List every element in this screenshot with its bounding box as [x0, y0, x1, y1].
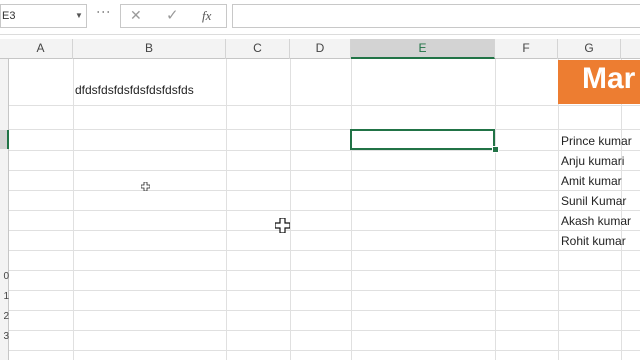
name-cell[interactable]: Sunil Kumar: [561, 194, 626, 208]
column-header-g[interactable]: G: [558, 39, 621, 59]
gridline: [9, 129, 640, 130]
name-cell[interactable]: Prince kumar: [561, 134, 632, 148]
gridline: [9, 310, 640, 311]
gridline: [9, 290, 640, 291]
gridline: [9, 250, 640, 251]
formula-input[interactable]: [232, 4, 640, 28]
formula-bar-resize-handle-icon[interactable]: ⋮: [96, 5, 112, 17]
column-header-f[interactable]: F: [495, 39, 558, 59]
small-cross-cursor-icon: [141, 182, 150, 191]
title-text: Mar: [582, 62, 636, 95]
column-header-a[interactable]: A: [9, 39, 73, 59]
gridline: [9, 170, 640, 171]
insert-function-icon[interactable]: fx: [202, 8, 211, 24]
gridline: [9, 190, 640, 191]
fill-handle[interactable]: [492, 146, 499, 153]
row-header[interactable]: 3: [0, 331, 9, 342]
gridline: [9, 105, 640, 106]
name-cell[interactable]: Amit kumar: [561, 174, 622, 188]
gridline: [9, 150, 640, 151]
selected-cell-e3[interactable]: [350, 129, 495, 150]
gridline: [9, 230, 640, 231]
gridline: [9, 330, 640, 331]
column-header-e[interactable]: E: [351, 39, 495, 59]
name-cell[interactable]: Akash kumar: [561, 214, 631, 228]
cell-select-cursor-icon: [275, 218, 290, 233]
row-header[interactable]: 1: [0, 291, 9, 302]
row-header[interactable]: 0: [0, 271, 9, 282]
name-cell[interactable]: Anju kumari: [561, 154, 624, 168]
column-header-d[interactable]: D: [290, 39, 351, 59]
gridline: [9, 210, 640, 211]
formula-bar-divider: [0, 34, 640, 35]
column-header-b[interactable]: B: [73, 39, 226, 59]
name-box-dropdown-icon[interactable]: ▼: [74, 9, 84, 23]
confirm-icon[interactable]: ✓: [166, 6, 179, 24]
cancel-icon[interactable]: ✕: [130, 7, 142, 24]
active-row-header[interactable]: [0, 130, 9, 149]
column-header-c[interactable]: C: [226, 39, 290, 59]
row-header[interactable]: 2: [0, 311, 9, 322]
name-cell[interactable]: Rohit kumar: [561, 234, 626, 248]
gridline: [9, 350, 640, 351]
gridline: [9, 270, 640, 271]
cell-b-text[interactable]: dfdsfdsfdsfdsfdsfdsfds: [75, 83, 194, 97]
